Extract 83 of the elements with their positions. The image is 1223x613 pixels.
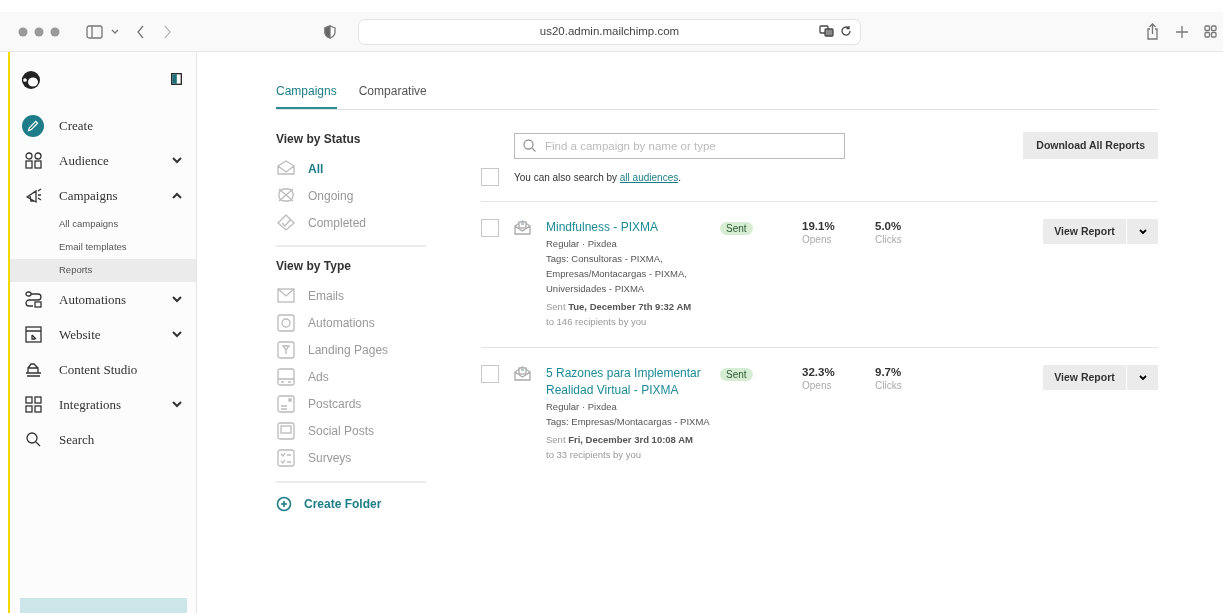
panel-collapse-icon[interactable]: [171, 73, 182, 85]
sidebar-item[interactable]: Automations: [10, 282, 196, 317]
workflow-icon: [24, 291, 42, 308]
people-icon: [24, 152, 42, 169]
recipients-text: to 146 recipients by you: [546, 315, 648, 329]
stat-value: 32.3%: [802, 365, 836, 379]
tab[interactable]: Comparative: [358, 82, 427, 109]
status-badge: Sent: [720, 222, 753, 235]
recipients-text: to 33 recipients by you: [546, 448, 643, 462]
stat-label: Clicks: [875, 233, 903, 247]
create-folder-link[interactable]: Create Folder: [276, 494, 426, 513]
shield-icon[interactable]: [324, 24, 336, 39]
pencil-icon[interactable]: [22, 113, 44, 138]
envelope-icon: [514, 219, 531, 236]
sidebar-item[interactable]: Website: [10, 317, 196, 352]
new-tab-icon[interactable]: [1176, 25, 1188, 38]
section-heading: View by Type: [276, 259, 352, 274]
checkbox[interactable]: [481, 365, 499, 383]
chevron-down-icon: [1138, 228, 1147, 235]
campaign-title[interactable]: Mindfulness - PIXMA: [546, 219, 714, 236]
grid-icon: [24, 396, 42, 413]
landing-page-icon: [276, 340, 296, 361]
dropdown-button[interactable]: [1127, 365, 1158, 390]
filter-item[interactable]: All: [276, 155, 426, 183]
chevron-down-icon[interactable]: [172, 296, 182, 303]
reload-icon[interactable]: [840, 24, 852, 37]
checkbox[interactable]: [481, 168, 499, 186]
submenu-item[interactable]: All campaigns: [10, 213, 196, 236]
url-text: us20.admin.mailchimp.com: [539, 23, 680, 39]
browser-window-icon: [24, 326, 42, 343]
stat-value: 9.7%: [875, 365, 903, 379]
section-heading: View by Status: [276, 132, 362, 147]
download-button[interactable]: Download All Reports: [1023, 132, 1158, 159]
sidebar-item[interactable]: Campaigns: [10, 178, 196, 213]
checkbox[interactable]: [481, 219, 499, 237]
campaign-tags: Tags: Consultoras - PIXMA, Empresas/Montacargas - PIXMA, Universidades - PIXMA: [546, 251, 714, 296]
translate-icon[interactable]: [819, 24, 834, 37]
sidebar-item[interactable]: Content Studio: [10, 352, 196, 387]
tab-overview-icon[interactable]: [1204, 25, 1217, 38]
sidebar-item[interactable]: Create: [10, 108, 196, 143]
check-icon: [276, 212, 296, 233]
search-hint: You can also search by all audiences.: [514, 170, 681, 185]
window-controls-icon[interactable]: [18, 26, 60, 37]
campaign-title[interactable]: 5 Razones para Implementar Realidad Virtual - PIXMA: [546, 365, 714, 399]
chevron-up-icon[interactable]: [172, 192, 182, 199]
ad-icon: [276, 367, 296, 388]
social-post-icon: [276, 421, 296, 442]
view-report-button[interactable]: View Report: [1043, 365, 1126, 390]
address-bar[interactable]: us20.admin.mailchimp.com: [358, 18, 861, 45]
sidebar-item[interactable]: Search: [10, 422, 196, 457]
envelope-icon: [514, 365, 531, 382]
chevron-down-icon[interactable]: [172, 331, 182, 338]
sidebar-toggle-icon[interactable]: [86, 24, 103, 39]
campaign-type: Regular · Pixdea: [546, 237, 618, 251]
dropdown-button[interactable]: [1127, 219, 1158, 244]
sidebar-item[interactable]: Integrations: [10, 387, 196, 422]
chevron-down-icon: [1138, 374, 1147, 381]
view-report-button[interactable]: View Report: [1043, 219, 1126, 244]
search-field[interactable]: Find a campaign by name or type: [514, 132, 845, 159]
chevron-down-icon[interactable]: [172, 157, 182, 164]
submenu-item[interactable]: Reports: [10, 259, 196, 282]
plus-circle-icon: [276, 495, 292, 512]
stat-label: Clicks: [875, 379, 903, 393]
stat-label: Opens: [802, 379, 833, 393]
campaign-type: Regular · Pixdea: [546, 400, 618, 414]
chevron-down-icon[interactable]: [172, 401, 182, 408]
share-icon[interactable]: [1146, 23, 1159, 40]
megaphone-icon: [24, 187, 42, 204]
sidebar-item[interactable]: Audience: [10, 143, 196, 178]
back-icon[interactable]: [136, 24, 145, 39]
sent-info: Sent Tue, December 7th 9:32 AM: [546, 300, 693, 314]
stat-label: Opens: [802, 233, 833, 247]
status-badge: Sent: [720, 368, 753, 381]
campaign-tags: Tags: Empresas/Montacargas - PIXMA: [546, 414, 714, 429]
automation-icon: [276, 313, 296, 334]
survey-icon: [276, 448, 296, 469]
stat-value: 19.1%: [802, 219, 836, 233]
tab[interactable]: Campaigns: [276, 82, 337, 109]
postcard-icon: [276, 394, 296, 415]
stat-value: 5.0%: [875, 219, 903, 233]
search-icon: [24, 431, 42, 448]
submenu-item[interactable]: Email templates: [10, 236, 196, 259]
sent-info: Sent Fri, December 3rd 10:08 AM: [546, 433, 694, 447]
